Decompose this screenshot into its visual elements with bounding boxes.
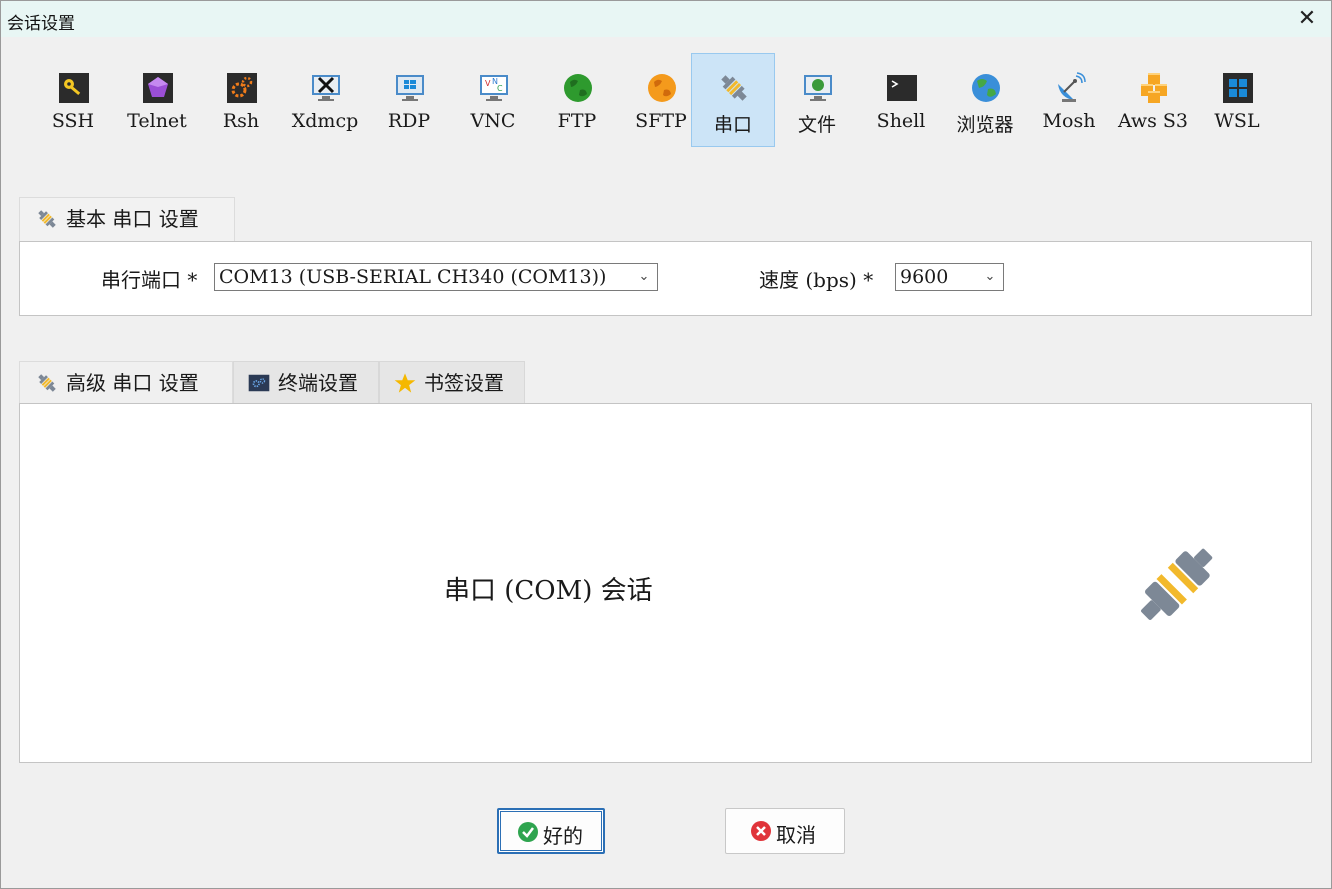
session-type-browser[interactable]: 浏览器	[943, 53, 1027, 147]
plug-icon	[721, 75, 747, 101]
terminal-icon	[887, 75, 917, 101]
chevron-down-icon: ⌄	[638, 269, 650, 284]
close-button[interactable]: ✕	[1295, 7, 1319, 31]
tab-bookmark-settings[interactable]: 书签设置	[379, 361, 525, 405]
plug-icon	[38, 210, 56, 228]
session-type-label: VNC	[470, 110, 516, 132]
session-type-toolbar: SSH Telnet Rsh Xdmcp RDP V N C VNC FTP S…	[31, 53, 1291, 149]
session-type-label: Aws S3	[1117, 110, 1189, 132]
earth-icon	[972, 74, 1000, 102]
serial-port-label: 串行端口 *	[101, 268, 198, 292]
ok-button[interactable]: 好的	[497, 808, 605, 854]
check-circle-icon	[518, 822, 538, 842]
session-type-serial[interactable]: 串口	[691, 53, 775, 147]
session-type-label: Telnet	[127, 110, 187, 132]
session-type-label: 文件	[797, 114, 836, 136]
session-type-label: Mosh	[1042, 110, 1096, 132]
svg-text:V: V	[485, 79, 491, 88]
plug-icon	[1141, 548, 1213, 620]
session-settings-dialog: 会话设置 ✕ SSH Telnet Rsh Xdmcp RDP V N C VN…	[0, 0, 1332, 889]
tab-label: 终端设置	[278, 371, 358, 395]
advanced-settings-panel: 串口 (COM) 会话	[19, 403, 1312, 763]
star-icon	[394, 373, 416, 393]
cancel-circle-icon	[751, 821, 771, 841]
cancel-label: 取消	[776, 823, 816, 847]
orange-globe-icon	[648, 74, 676, 102]
chevron-down-icon: ⌄	[984, 269, 996, 284]
speed-label: 速度 (bps) *	[759, 268, 874, 292]
telnet-gem-icon	[143, 73, 173, 103]
x-monitor-icon	[312, 75, 340, 101]
session-type-label: Shell	[876, 110, 926, 132]
ok-label: 好的	[543, 824, 583, 848]
session-type-label: WSL	[1214, 110, 1260, 132]
session-type-shell[interactable]: Shell	[859, 53, 943, 147]
session-type-telnet[interactable]: Telnet	[115, 53, 199, 147]
session-type-xdmcp[interactable]: Xdmcp	[283, 53, 367, 147]
cancel-button[interactable]: 取消	[725, 808, 845, 854]
session-type-label: RDP	[387, 110, 431, 132]
session-type-label: Rsh	[222, 110, 260, 132]
globe-monitor-icon	[804, 75, 832, 101]
svg-text:C: C	[497, 84, 503, 93]
session-type-ftp[interactable]: FTP	[535, 53, 619, 147]
title-bar: 会话设置 ✕	[1, 1, 1331, 37]
serial-port-select[interactable]: COM13 (USB-SERIAL CH340 (COM13)) ⌄	[214, 263, 658, 291]
speed-select[interactable]: 9600 ⌄	[895, 263, 1004, 291]
session-type-file[interactable]: 文件	[775, 53, 859, 147]
aws-cubes-icon	[1141, 73, 1167, 103]
windows-monitor-icon	[396, 75, 424, 101]
session-type-vnc[interactable]: V N C VNC	[451, 53, 535, 147]
session-type-label: 浏览器	[956, 114, 1014, 136]
tab-label: 基本 串口 设置	[66, 207, 199, 231]
session-type-label: FTP	[557, 110, 597, 132]
window-title: 会话设置	[7, 14, 75, 34]
session-type-mosh[interactable]: Mosh	[1027, 53, 1111, 147]
windows-logo-icon	[1223, 73, 1253, 103]
session-type-label: 串口	[713, 114, 752, 136]
rsh-gears-icon	[227, 73, 257, 103]
serial-port-value: COM13 (USB-SERIAL CH340 (COM13))	[219, 266, 607, 288]
tab-label: 高级 串口 设置	[66, 371, 199, 395]
session-type-rdp[interactable]: RDP	[367, 53, 451, 147]
tab-terminal-settings[interactable]: 终端设置	[233, 361, 379, 405]
tab-basic-serial-settings[interactable]: 基本 串口 设置	[19, 197, 235, 241]
tab-label: 书签设置	[424, 371, 504, 395]
satellite-dish-icon	[1058, 72, 1086, 102]
basic-settings-panel: 串行端口 * COM13 (USB-SERIAL CH340 (COM13)) …	[19, 241, 1312, 316]
vnc-monitor-icon: V N C	[480, 75, 508, 101]
session-type-label: SFTP	[635, 110, 687, 132]
terminal-gear-icon	[248, 374, 270, 392]
plug-icon	[38, 374, 56, 392]
session-type-aws-s3[interactable]: Aws S3	[1111, 53, 1195, 147]
session-type-label: SSH	[51, 110, 95, 132]
session-type-wsl[interactable]: WSL	[1195, 53, 1279, 147]
tab-advanced-serial-settings[interactable]: 高级 串口 设置	[19, 361, 233, 405]
green-globe-icon	[564, 74, 592, 102]
serial-session-heading: 串口 (COM) 会话	[444, 576, 653, 606]
session-type-label: Xdmcp	[291, 110, 359, 132]
speed-value: 9600	[900, 266, 949, 288]
key-icon	[59, 73, 89, 103]
session-type-ssh[interactable]: SSH	[31, 53, 115, 147]
session-type-rsh[interactable]: Rsh	[199, 53, 283, 147]
